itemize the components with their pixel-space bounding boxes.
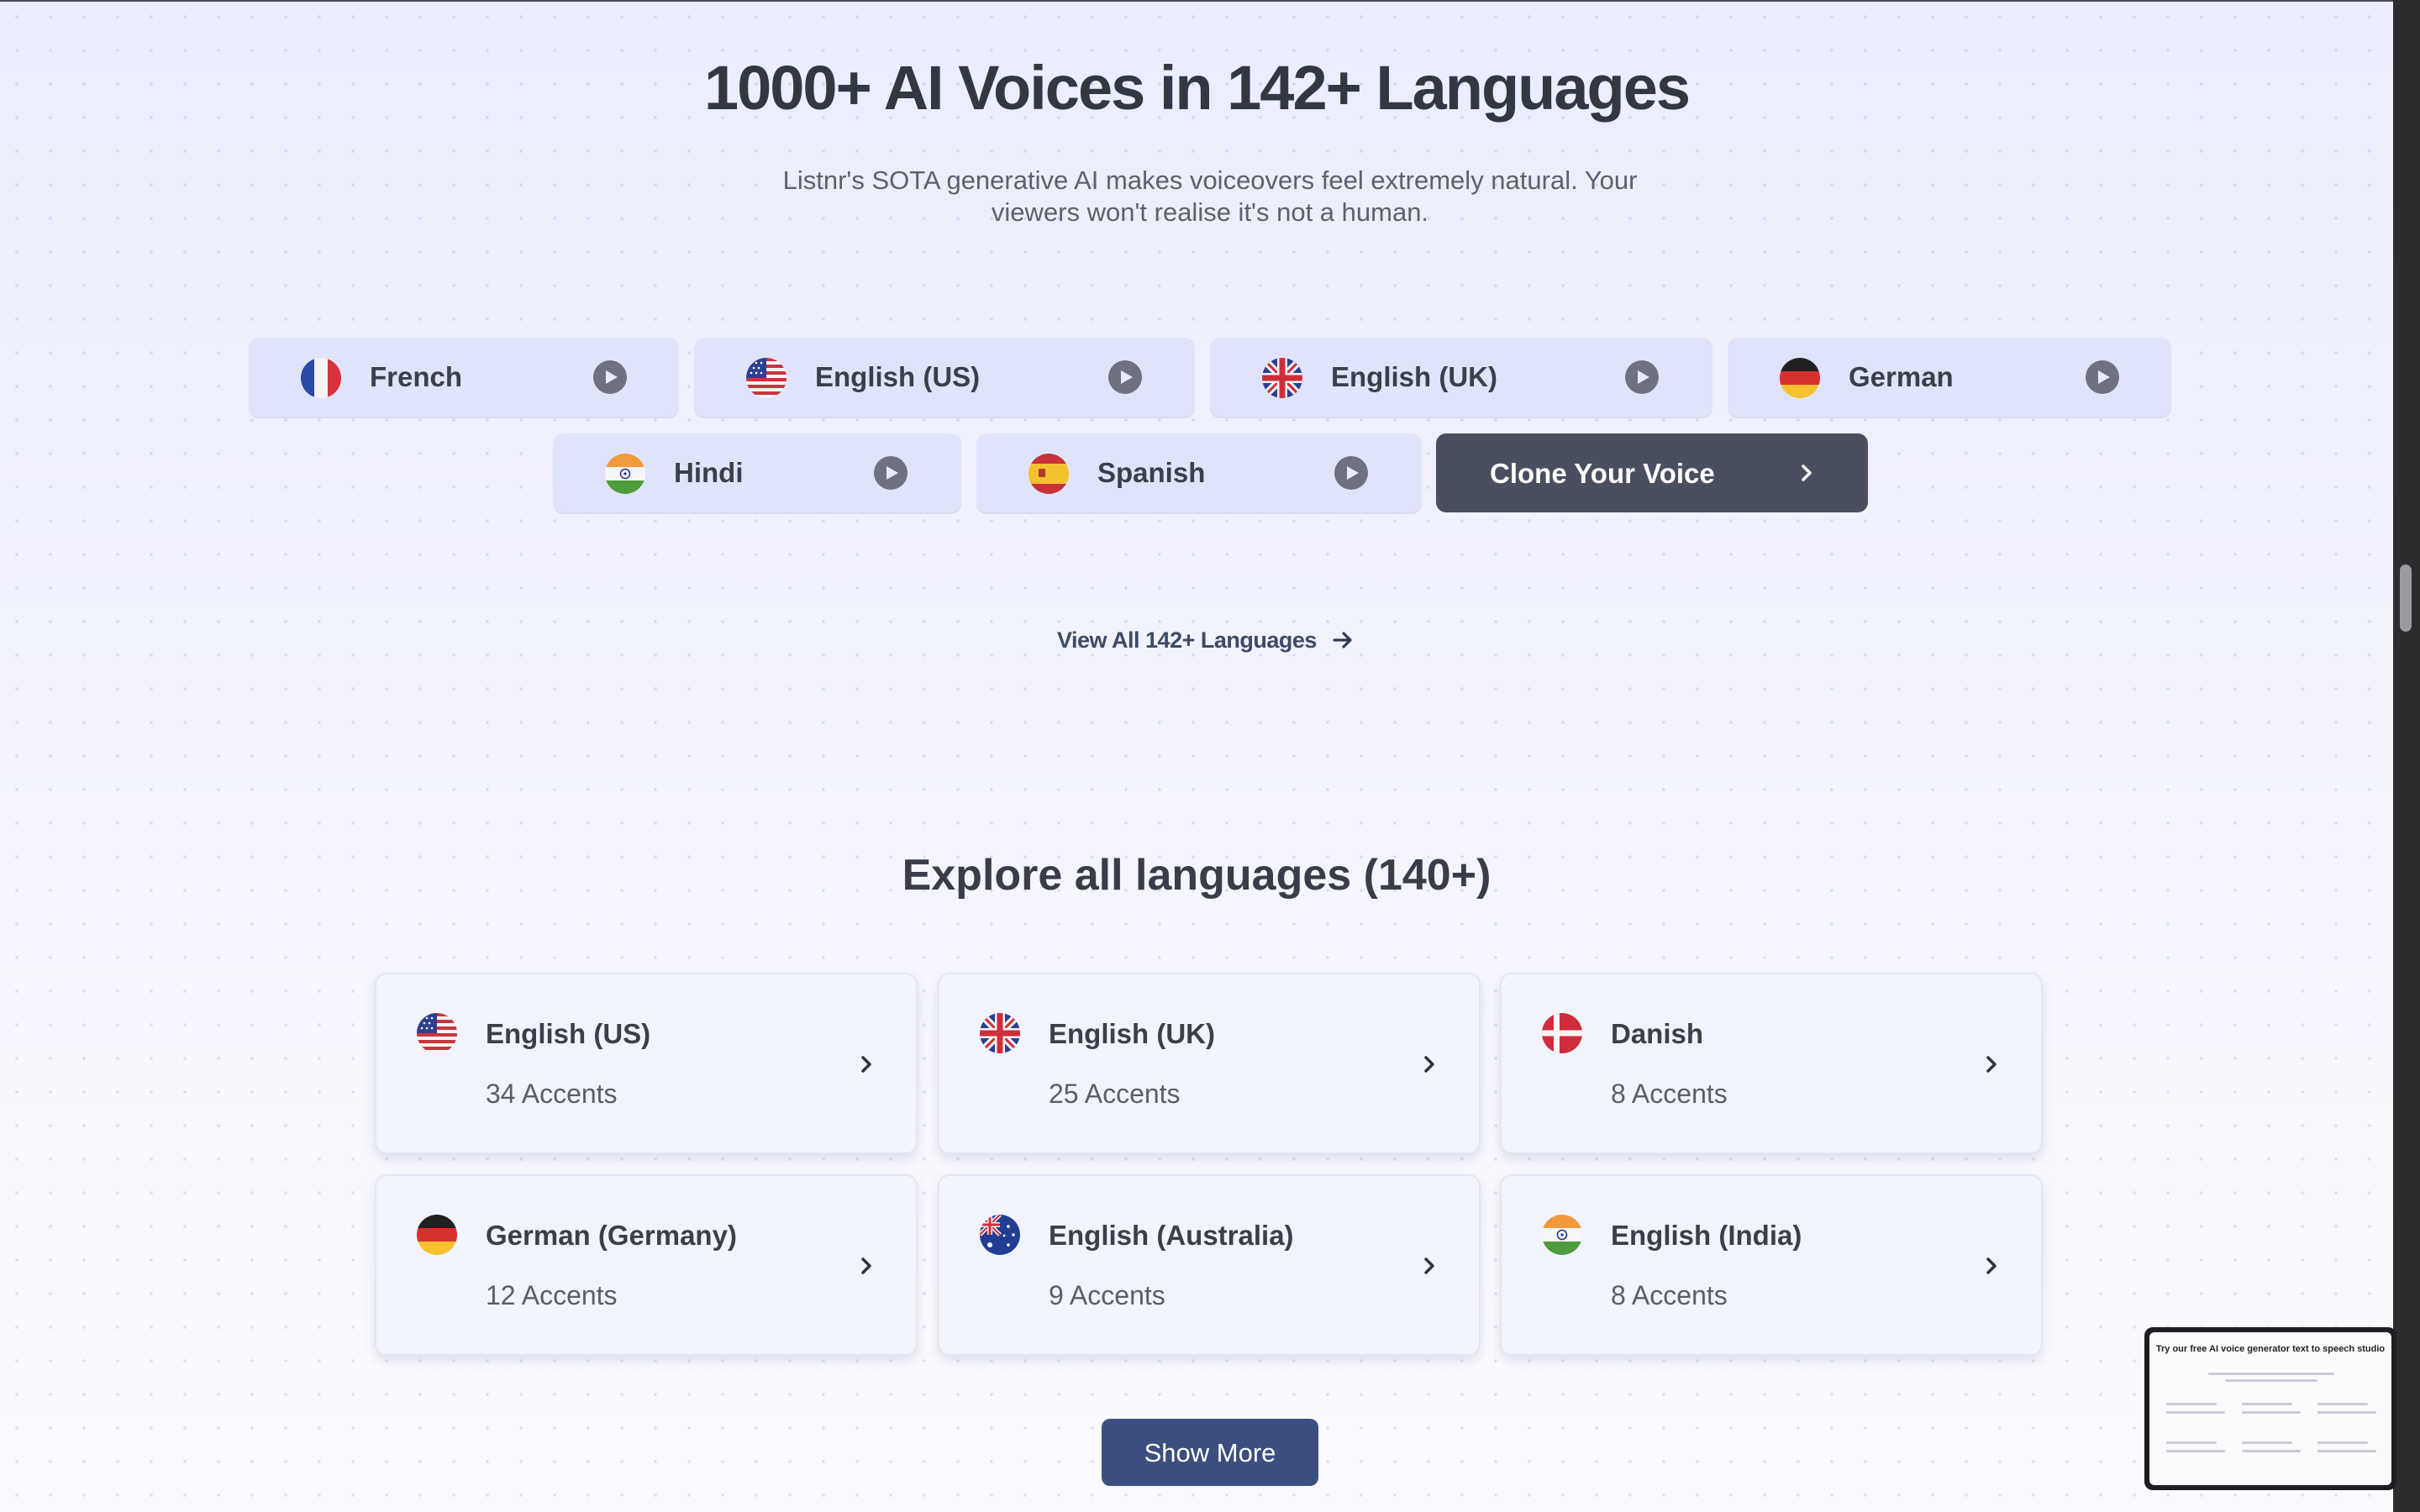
- language-card-english-uk[interactable]: English (UK) 25 Accents: [938, 973, 1481, 1154]
- play-icon[interactable]: [2086, 360, 2119, 394]
- uk-flag-icon: [980, 1013, 1020, 1053]
- view-all-label: View All 142+ Languages: [1057, 627, 1317, 653]
- thumbnail-text-line: [2242, 1450, 2301, 1452]
- india-flag-icon: [1542, 1215, 1582, 1255]
- voice-chip-spanish[interactable]: Spanish: [976, 433, 1422, 512]
- chevron-right-icon: [1417, 1052, 1442, 1077]
- language-name: English (India): [1611, 1220, 1802, 1251]
- language-card-english-us[interactable]: English (US) 34 Accents: [375, 973, 918, 1154]
- thumbnail-text-line: [2166, 1441, 2217, 1444]
- usa-flag-icon: [417, 1013, 457, 1053]
- chevron-right-icon: [854, 1052, 879, 1077]
- thumbnail-text-line: [2317, 1411, 2376, 1414]
- accent-count: 12 Accents: [486, 1280, 618, 1310]
- chevron-right-icon: [1794, 460, 1819, 486]
- chevron-right-icon: [1417, 1253, 1442, 1278]
- language-name: English (Australia): [1049, 1220, 1294, 1251]
- thumbnail-text-line: [2242, 1403, 2292, 1405]
- voice-chip-german[interactable]: German: [1728, 338, 2171, 417]
- accent-count: 34 Accents: [486, 1079, 618, 1109]
- preview-thumbnail[interactable]: Try our free AI voice generator text to …: [2144, 1327, 2396, 1490]
- voice-chip-hindi[interactable]: Hindi: [553, 433, 961, 512]
- scrollbar-track[interactable]: [2393, 0, 2420, 1512]
- show-more-button[interactable]: Show More: [1102, 1419, 1318, 1486]
- india-flag-icon: [605, 454, 645, 494]
- thumbnail-text-line: [2317, 1441, 2368, 1444]
- chevron-right-icon: [1979, 1253, 2004, 1278]
- voice-chip-label: English (UK): [1331, 361, 1497, 392]
- clone-voice-label: Clone Your Voice: [1490, 458, 1715, 489]
- explore-title: Explore all languages (140+): [902, 851, 1491, 900]
- voice-chip-label: French: [370, 361, 463, 392]
- language-name: English (UK): [1049, 1018, 1215, 1049]
- thumbnail-text-line: [2317, 1450, 2376, 1452]
- usa-flag-icon: [746, 358, 786, 398]
- thumbnail-text-line: [2225, 1379, 2317, 1382]
- accent-count: 8 Accents: [1611, 1280, 1728, 1310]
- spain-flag-icon: [1028, 454, 1069, 494]
- thumbnail-text-line: [2208, 1373, 2334, 1375]
- preview-thumbnail-content: Try our free AI voice generator text to …: [2149, 1332, 2391, 1485]
- language-name: Danish: [1611, 1018, 1704, 1049]
- voice-chip-label: Spanish: [1097, 457, 1206, 488]
- page-title: 1000+ AI Voices in 142+ Languages: [703, 53, 1691, 123]
- accent-count: 9 Accents: [1049, 1280, 1165, 1310]
- thumbnail-text-line: [2166, 1450, 2225, 1452]
- language-name: English (US): [486, 1018, 651, 1049]
- germany-flag-icon: [417, 1215, 457, 1255]
- preview-thumbnail-title: Try our free AI voice generator text to …: [2155, 1344, 2386, 1354]
- language-card-english-australia[interactable]: English (Australia) 9 Accents: [938, 1174, 1481, 1356]
- language-card-german[interactable]: German (Germany) 12 Accents: [375, 1174, 918, 1356]
- thumbnail-text-line: [2242, 1411, 2301, 1414]
- voice-chip-english-us[interactable]: English (US): [694, 338, 1195, 417]
- play-icon[interactable]: [1334, 456, 1368, 490]
- play-icon[interactable]: [1108, 360, 1142, 394]
- voice-chip-english-uk[interactable]: English (UK): [1210, 338, 1712, 417]
- clone-voice-button[interactable]: Clone Your Voice: [1436, 433, 1868, 512]
- chevron-right-icon: [854, 1253, 879, 1278]
- thumbnail-text-line: [2166, 1403, 2217, 1405]
- thumbnail-text-line: [2242, 1441, 2292, 1444]
- play-icon[interactable]: [874, 456, 908, 490]
- arrow-right-icon: [1333, 632, 1352, 648]
- language-name: German (Germany): [486, 1220, 737, 1251]
- chevron-right-icon: [1979, 1052, 2004, 1077]
- scrollbar-thumb[interactable]: [2400, 564, 2412, 632]
- language-card-english-india[interactable]: English (India) 8 Accents: [1500, 1174, 2043, 1356]
- top-border: [0, 0, 2393, 2]
- uk-flag-icon: [1262, 358, 1302, 398]
- thumbnail-text-line: [2166, 1411, 2225, 1414]
- germany-flag-icon: [1780, 358, 1820, 398]
- france-flag-icon: [301, 358, 341, 398]
- thumbnail-text-line: [2317, 1403, 2368, 1405]
- page-subtitle: Listnr's SOTA generative AI makes voiceo…: [782, 165, 1638, 227]
- voice-chip-label: German: [1849, 361, 1954, 392]
- voice-chip-label: English (US): [815, 361, 981, 392]
- view-all-languages-link[interactable]: View All 142+ Languages: [1057, 623, 1355, 657]
- language-card-danish[interactable]: Danish 8 Accents: [1500, 973, 2043, 1154]
- play-icon[interactable]: [593, 360, 627, 394]
- denmark-flag-icon: [1542, 1013, 1582, 1053]
- accent-count: 8 Accents: [1611, 1079, 1728, 1109]
- play-icon[interactable]: [1625, 360, 1659, 394]
- voice-chip-label: Hindi: [674, 457, 744, 488]
- australia-flag-icon: [980, 1215, 1020, 1255]
- accent-count: 25 Accents: [1049, 1079, 1181, 1109]
- voice-chip-french[interactable]: French: [249, 338, 679, 417]
